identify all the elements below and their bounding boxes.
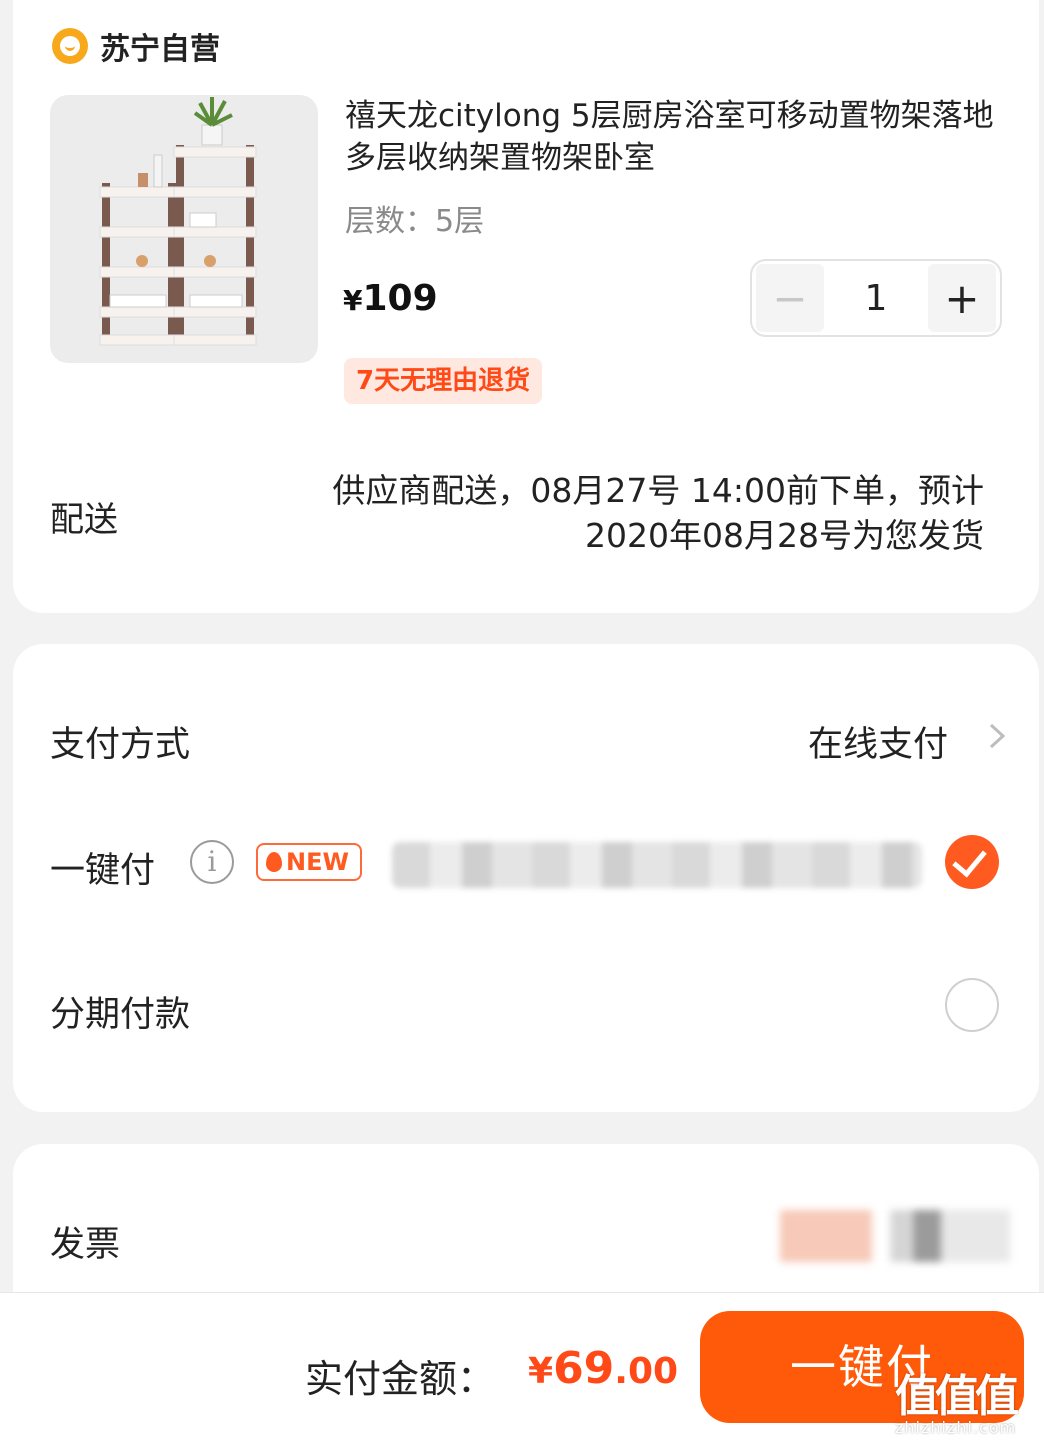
chevron-right-icon[interactable]: [983, 722, 1011, 750]
installment-label: 分期付款: [50, 995, 191, 1035]
flame-icon: [266, 852, 282, 872]
new-badge-text: NEW: [286, 848, 349, 876]
price-currency: ¥: [343, 284, 363, 317]
price-value: 109: [362, 278, 438, 319]
info-icon[interactable]: i: [190, 840, 234, 884]
new-badge: NEW: [256, 843, 362, 881]
onekey-pay-radio-checked[interactable]: [945, 835, 999, 889]
increase-quantity-button[interactable]: +: [928, 264, 996, 332]
return-policy-badge: 7天无理由退货: [344, 358, 543, 404]
total-amount: ¥69.00: [528, 1343, 678, 1394]
product-image[interactable]: [50, 95, 318, 363]
total-currency: ¥: [528, 1351, 554, 1392]
installment-radio[interactable]: [945, 978, 999, 1032]
product-title[interactable]: 禧天龙citylong 5层厨房浴室可移动置物架落地多层收纳架置物架卧室: [345, 95, 1015, 179]
product-spec: 层数：5层: [345, 204, 485, 239]
watermark-logo: 值值值: [895, 1371, 1019, 1422]
store-header[interactable]: 苏宁自营: [52, 24, 220, 68]
payment-method-value[interactable]: 在线支付: [808, 716, 948, 767]
quantity-value[interactable]: 1: [828, 278, 924, 319]
total-label: 实付金额：: [305, 1357, 496, 1401]
watermark-url: zhizhizhi.com: [895, 1418, 1017, 1437]
decrease-quantity-button[interactable]: −: [756, 264, 824, 332]
payment-method-label: 支付方式: [50, 725, 191, 765]
shipping-line-2: 2020年08月28号为您发货: [585, 516, 984, 555]
shipping-info: 供应商配送，08月27号 14:00前下单，预计 2020年08月28号为您发货: [224, 468, 984, 558]
total-integer: 69: [553, 1343, 615, 1394]
quantity-stepper: − 1 +: [750, 259, 1002, 337]
shelf-illustration: [99, 97, 257, 346]
invoice-label: 发票: [50, 1225, 121, 1265]
shipping-label: 配送: [50, 500, 118, 540]
onekey-pay-label: 一键付: [50, 851, 156, 891]
shipping-line-1: 供应商配送，08月27号 14:00前下单，预计: [332, 471, 984, 510]
total-decimal: .00: [614, 1351, 679, 1392]
watermark: 值值值 zhizhizhi.com: [895, 1360, 1035, 1437]
invoice-value-blurred[interactable]: [780, 1210, 1010, 1262]
lion-logo-icon: [52, 28, 88, 64]
store-name: 苏宁自营: [100, 32, 220, 67]
onekey-account-blurred: [392, 842, 922, 888]
product-price: ¥109: [343, 278, 438, 319]
